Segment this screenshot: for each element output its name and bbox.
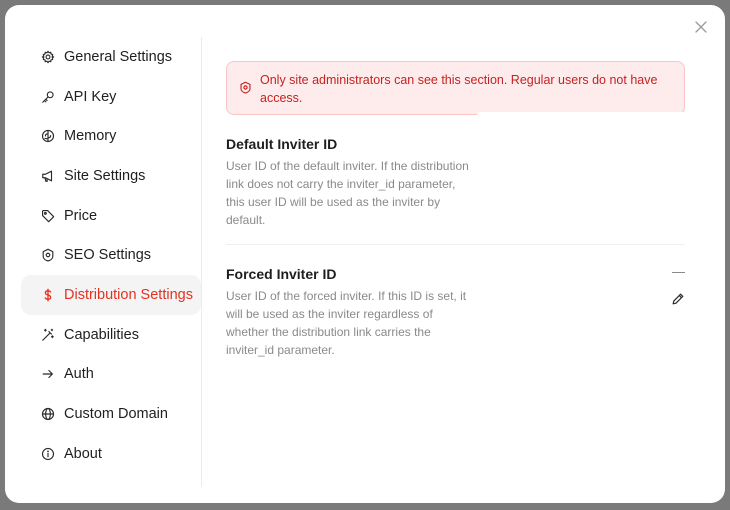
setting-description: User ID of the default inviter. If the d… <box>226 159 469 227</box>
setting-title: Forced Inviter ID <box>226 266 337 282</box>
settings-sidebar: General Settings API Key Memory Site Set… <box>21 37 201 474</box>
sidebar-item-custom-domain[interactable]: Custom Domain <box>21 394 201 434</box>
sidebar-item-label: Distribution Settings <box>64 286 193 303</box>
shield-alert-icon <box>240 81 251 94</box>
megaphone-icon <box>41 169 55 183</box>
setting-description: User ID of the forced inviter. If this I… <box>226 289 467 357</box>
sidebar-item-api-key[interactable]: API Key <box>21 77 201 117</box>
gear-icon <box>41 50 55 64</box>
default-inviter-setting: Default Inviter ID User ID of the defaul… <box>226 115 685 245</box>
close-icon <box>695 21 707 33</box>
edit-forced-inviter-button[interactable] <box>671 292 685 306</box>
sidebar-item-label: API Key <box>64 88 117 105</box>
sidebar-item-distribution-settings[interactable]: Distribution Settings <box>21 275 201 315</box>
setting-title: Default Inviter ID <box>226 136 338 152</box>
sidebar-item-memory[interactable]: Memory <box>21 116 201 156</box>
info-icon <box>41 447 55 461</box>
sidebar-item-label: Site Settings <box>64 167 146 184</box>
sidebar-item-label: Capabilities <box>64 326 139 343</box>
key-icon <box>41 90 55 104</box>
sidebar-item-label: Auth <box>64 366 94 383</box>
sidebar-item-seo-settings[interactable]: SEO Settings <box>21 235 201 275</box>
forced-inviter-value <box>672 272 685 273</box>
sidebar-item-label: Custom Domain <box>64 406 168 423</box>
magic-wand-icon <box>41 328 55 342</box>
pencil-icon <box>672 293 684 305</box>
globe-icon <box>41 407 55 421</box>
sidebar-item-about[interactable]: About <box>21 434 201 474</box>
sidebar-item-label: Memory <box>64 128 117 145</box>
admin-only-alert: Only site administrators can see this se… <box>226 61 685 118</box>
sidebar-divider <box>201 37 202 487</box>
sidebar-item-label: SEO Settings <box>64 247 152 264</box>
sidebar-item-label: Price <box>64 207 98 224</box>
close-button[interactable] <box>693 19 709 35</box>
arrow-right-icon <box>41 367 55 381</box>
sidebar-item-auth[interactable]: Auth <box>21 355 201 395</box>
shield-icon <box>41 248 55 262</box>
sidebar-item-general-settings[interactable]: General Settings <box>21 37 201 77</box>
distribution-settings-panel: Only site administrators can see this se… <box>226 61 685 359</box>
sidebar-item-label: About <box>64 445 102 462</box>
brain-icon <box>41 129 55 143</box>
sidebar-item-site-settings[interactable]: Site Settings <box>21 156 201 196</box>
settings-dialog: General Settings API Key Memory Site Set… <box>5 5 725 503</box>
tag-icon <box>41 209 55 223</box>
sidebar-item-capabilities[interactable]: Capabilities <box>21 315 201 355</box>
dollar-icon <box>41 288 55 302</box>
sidebar-item-price[interactable]: Price <box>21 196 201 236</box>
sidebar-item-label: General Settings <box>64 48 173 65</box>
alert-text: Only site administrators can see this se… <box>260 73 658 105</box>
forced-inviter-setting: Forced Inviter ID User ID of the forced … <box>226 245 685 359</box>
